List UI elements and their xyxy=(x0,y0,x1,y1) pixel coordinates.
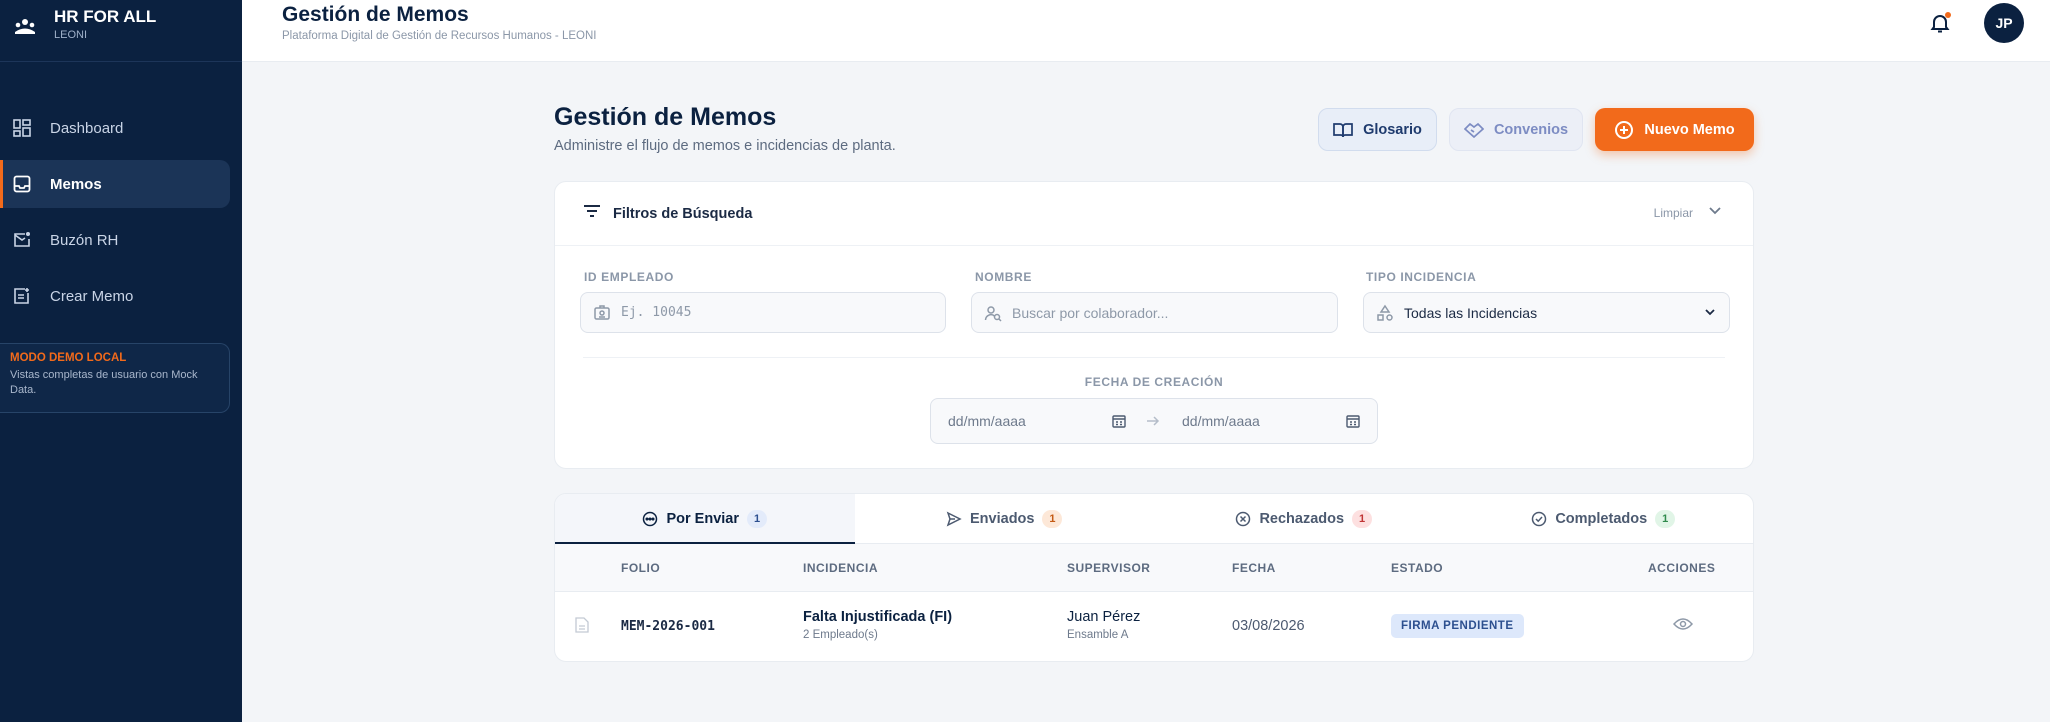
tab-label: Enviados xyxy=(970,510,1035,527)
notification-dot xyxy=(1945,12,1951,18)
employee-id-label: ID EMPLEADO xyxy=(584,270,674,284)
name-label: NOMBRE xyxy=(975,270,1032,284)
convenios-label: Convenios xyxy=(1493,121,1569,138)
tab-completados[interactable]: Completados 1 xyxy=(1454,494,1754,543)
avatar[interactable]: JP xyxy=(1984,3,2024,43)
demo-title: MODO DEMO LOCAL xyxy=(10,352,127,364)
header-title: Gestión de Memos xyxy=(282,3,469,26)
column-header-supervisor: SUPERVISOR xyxy=(1067,561,1151,575)
arrow-right-icon xyxy=(1145,413,1161,434)
document-icon xyxy=(575,617,589,638)
employee-id-field[interactable]: Ej. 10045 xyxy=(580,292,946,333)
sidebar-item-crear-memo[interactable]: Crear Memo xyxy=(0,272,230,320)
plus-circle-icon xyxy=(1614,120,1634,140)
top-bar: Gestión de Memos Plataforma Digital de G… xyxy=(242,0,2050,62)
logo-icon xyxy=(12,13,38,39)
name-search-field[interactable]: Buscar por colaborador... xyxy=(971,292,1338,333)
header-subtitle: Plataforma Digital de Gestión de Recurso… xyxy=(282,30,597,42)
sidebar-item-label: Dashboard xyxy=(50,119,124,137)
chevron-down-icon xyxy=(1703,305,1717,322)
fecha-cell: 03/08/2026 xyxy=(1232,618,1305,634)
column-header-acciones: ACCIONES xyxy=(1648,561,1716,575)
dashboard-icon xyxy=(12,118,32,138)
status-tabs: Por Enviar 1 Enviados 1 Rechazados 1 Com… xyxy=(555,494,1753,544)
handshake-icon xyxy=(1463,122,1484,138)
tab-enviados[interactable]: Enviados 1 xyxy=(855,494,1155,543)
book-icon xyxy=(1333,122,1353,138)
filter-icon xyxy=(583,204,601,223)
sidebar-item-dashboard[interactable]: Dashboard xyxy=(0,104,230,152)
demo-mode-notice: MODO DEMO LOCAL Vistas completas de usua… xyxy=(0,343,230,413)
chevron-down-icon[interactable] xyxy=(1707,202,1723,223)
filters-title: Filtros de Búsqueda xyxy=(613,205,753,222)
filters-divider xyxy=(583,357,1725,358)
incident-type-select[interactable]: Todas las Incidencias xyxy=(1363,292,1730,333)
supervisor-cell: Juan Pérez xyxy=(1067,609,1141,625)
filters-header[interactable]: Filtros de Búsqueda xyxy=(555,182,1753,246)
name-placeholder: Buscar por colaborador... xyxy=(1012,304,1169,321)
brand-title: HR FOR ALL xyxy=(54,7,157,26)
tab-por-enviar[interactable]: Por Enviar 1 xyxy=(555,494,855,544)
column-header-incidencia: INCIDENCIA xyxy=(803,561,879,575)
memos-table-card: Por Enviar 1 Enviados 1 Rechazados 1 Com… xyxy=(554,493,1754,662)
count-badge: 1 xyxy=(1352,509,1373,528)
date-label: FECHA DE CREACIÓN xyxy=(1084,375,1224,389)
date-to-input[interactable]: dd/mm/aaaa xyxy=(1182,413,1260,429)
tab-label: Por Enviar xyxy=(666,510,740,527)
supervisor-area: Ensamble A xyxy=(1067,629,1129,641)
empleados-count: 2 Empleado(s) xyxy=(803,629,878,641)
page-title: Gestión de Memos xyxy=(554,103,777,131)
column-header-estado: ESTADO xyxy=(1391,561,1444,575)
mail-icon xyxy=(12,230,32,250)
date-range-field: dd/mm/aaaa dd/mm/aaaa xyxy=(930,398,1378,444)
sidebar-nav: Dashboard Memos Buzón RH Crear Memo xyxy=(0,104,242,320)
count-badge: 1 xyxy=(1042,509,1063,528)
glosario-button[interactable]: Glosario xyxy=(1318,108,1437,151)
incidencia-cell: Falta Injustificada (FI) xyxy=(803,609,953,625)
sidebar-item-label: Memos xyxy=(50,175,102,193)
page-subtitle: Administre el flujo de memos e incidenci… xyxy=(554,138,896,154)
status-badge: FIRMA PENDIENTE xyxy=(1391,614,1524,638)
count-badge: 1 xyxy=(1655,509,1676,528)
nuevo-memo-label: Nuevo Memo xyxy=(1644,121,1735,138)
tab-rechazados[interactable]: Rechazados 1 xyxy=(1154,494,1454,543)
filters-card: Filtros de Búsqueda Limpiar ID EMPLEADO … xyxy=(554,181,1754,469)
column-header-folio: FOLIO xyxy=(621,561,661,575)
calendar-icon[interactable] xyxy=(1111,413,1127,434)
incident-type-value: Todas las Incidencias xyxy=(1404,304,1538,321)
send-icon xyxy=(946,511,962,527)
date-from-input[interactable]: dd/mm/aaaa xyxy=(948,413,1026,429)
brand-subtitle: LEONI xyxy=(54,29,88,41)
check-circle-icon xyxy=(1531,511,1547,527)
tab-label: Completados xyxy=(1555,510,1648,527)
x-circle-icon xyxy=(1235,511,1251,527)
user-search-icon xyxy=(984,304,1002,322)
sidebar: HR FOR ALL LEONI Dashboard Memos Buzón R… xyxy=(0,0,242,722)
inbox-icon xyxy=(12,174,32,194)
id-card-icon xyxy=(593,304,611,322)
employee-id-placeholder: Ej. 10045 xyxy=(621,305,692,320)
brand[interactable]: HR FOR ALL LEONI xyxy=(0,0,242,62)
convenios-button[interactable]: Convenios xyxy=(1449,108,1583,151)
column-header-fecha: FECHA xyxy=(1232,561,1276,575)
shapes-icon xyxy=(1376,304,1394,322)
table-header: FOLIO INCIDENCIA SUPERVISOR FECHA ESTADO… xyxy=(555,544,1753,592)
glosario-label: Glosario xyxy=(1363,121,1422,138)
sidebar-item-buzon-rh[interactable]: Buzón RH xyxy=(0,216,230,264)
nuevo-memo-button[interactable]: Nuevo Memo xyxy=(1595,108,1754,151)
sidebar-item-label: Crear Memo xyxy=(50,287,134,305)
calendar-icon[interactable] xyxy=(1345,413,1361,434)
tab-label: Rechazados xyxy=(1259,510,1345,527)
eye-icon[interactable] xyxy=(1672,617,1694,636)
demo-text: Vistas completas de usuario con Mock Dat… xyxy=(10,369,198,396)
sidebar-item-memos[interactable]: Memos xyxy=(0,160,230,208)
sidebar-item-label: Buzón RH xyxy=(50,231,119,249)
dots-circle-icon xyxy=(642,511,658,527)
folio-cell: MEM-2026-001 xyxy=(621,619,715,634)
incident-type-label: TIPO INCIDENCIA xyxy=(1366,270,1477,284)
table-row[interactable]: MEM-2026-001 Falta Injustificada (FI) 2 … xyxy=(555,592,1753,661)
create-memo-icon xyxy=(12,286,32,306)
count-badge: 1 xyxy=(747,509,768,528)
clear-filters-button[interactable]: Limpiar xyxy=(1654,206,1693,220)
